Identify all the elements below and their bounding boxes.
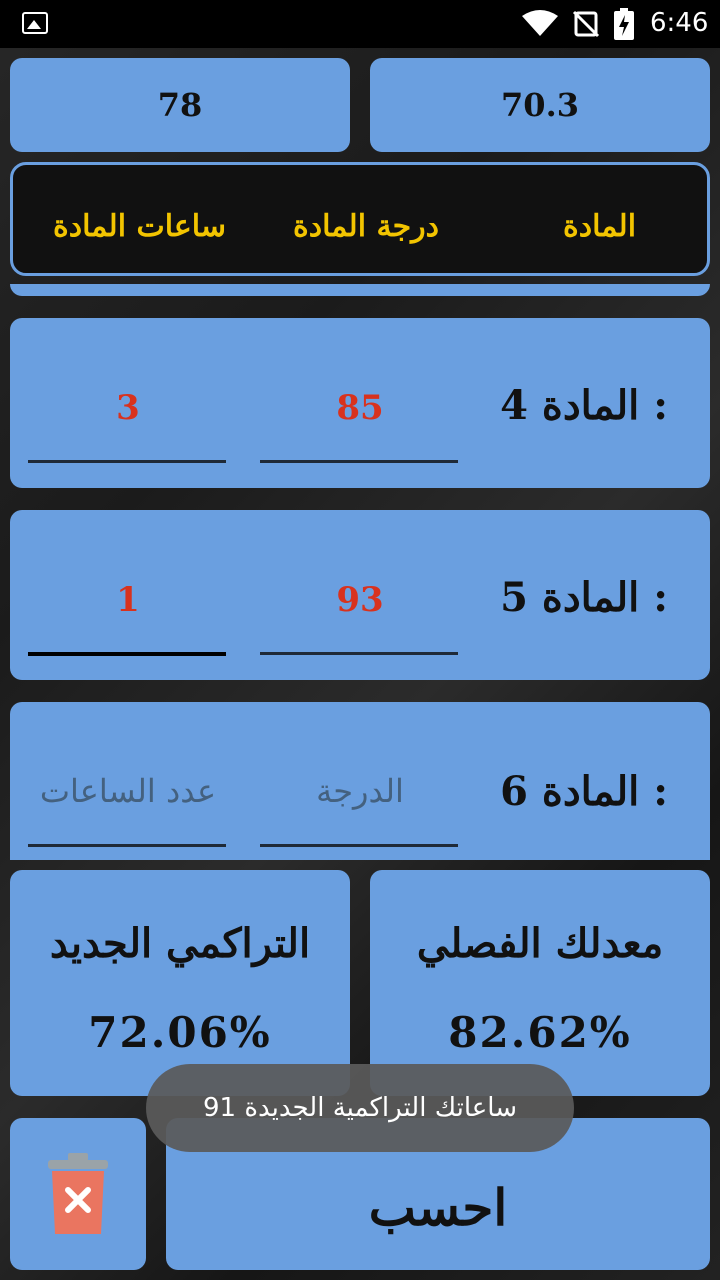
wifi-icon <box>522 10 558 36</box>
hours-input[interactable]: عدد الساعات <box>28 772 228 810</box>
grade-underline <box>260 652 458 655</box>
cumulative-value: 72.06% <box>88 1008 272 1057</box>
total-hours-box: 78 <box>10 58 350 152</box>
grade-input[interactable]: 93 <box>260 580 460 620</box>
grade-underline <box>260 844 458 847</box>
subject-label: المادة 6 : <box>500 768 668 815</box>
calculate-label: احسب <box>368 1178 508 1237</box>
total-hours-value: 78 <box>157 86 203 124</box>
no-sim-icon <box>572 10 600 38</box>
grade-input[interactable]: الدرجة <box>260 772 460 810</box>
total-gpa-box: 70.3 <box>370 58 710 152</box>
grade-underline <box>260 460 458 463</box>
semester-title: معدلك الفصلي <box>416 920 664 967</box>
clear-button[interactable] <box>10 1118 146 1270</box>
header-grade: درجة المادة <box>293 209 439 244</box>
gallery-notification-icon <box>22 12 48 34</box>
subject-label: المادة 5 : <box>500 574 668 621</box>
list-top-edge <box>10 284 710 296</box>
hours-underline <box>28 460 226 463</box>
header-subject: المادة <box>563 209 637 244</box>
header-hours: ساعات المادة <box>53 209 227 244</box>
hours-underline-focused <box>28 652 226 656</box>
subject-row: المادة 6 : الدرجة عدد الساعات <box>10 702 710 860</box>
hours-underline <box>28 844 226 847</box>
toast-message: ساعاتك التراكمية الجديدة 91 <box>146 1064 574 1152</box>
cumulative-title: التراكمي الجديد <box>49 920 311 967</box>
subject-row: المادة 5 : 93 1 <box>10 510 710 680</box>
status-time: 6:46 <box>650 8 709 38</box>
status-bar: 6:46 <box>0 0 720 48</box>
semester-value: 82.62% <box>448 1008 632 1057</box>
semester-gpa-box: معدلك الفصلي 82.62% <box>370 870 710 1096</box>
hours-input[interactable]: 3 <box>28 388 228 428</box>
grade-input[interactable]: 85 <box>260 388 460 428</box>
hours-input[interactable]: 1 <box>28 580 228 620</box>
trash-icon <box>48 1153 108 1234</box>
subject-label: المادة 4 : <box>500 382 668 429</box>
battery-charging-icon <box>614 8 634 40</box>
column-header: ساعات المادة درجة المادة المادة <box>10 162 710 276</box>
cumulative-gpa-box: التراكمي الجديد 72.06% <box>10 870 350 1096</box>
subject-row: المادة 4 : 85 3 <box>10 318 710 488</box>
total-gpa-value: 70.3 <box>501 86 579 124</box>
